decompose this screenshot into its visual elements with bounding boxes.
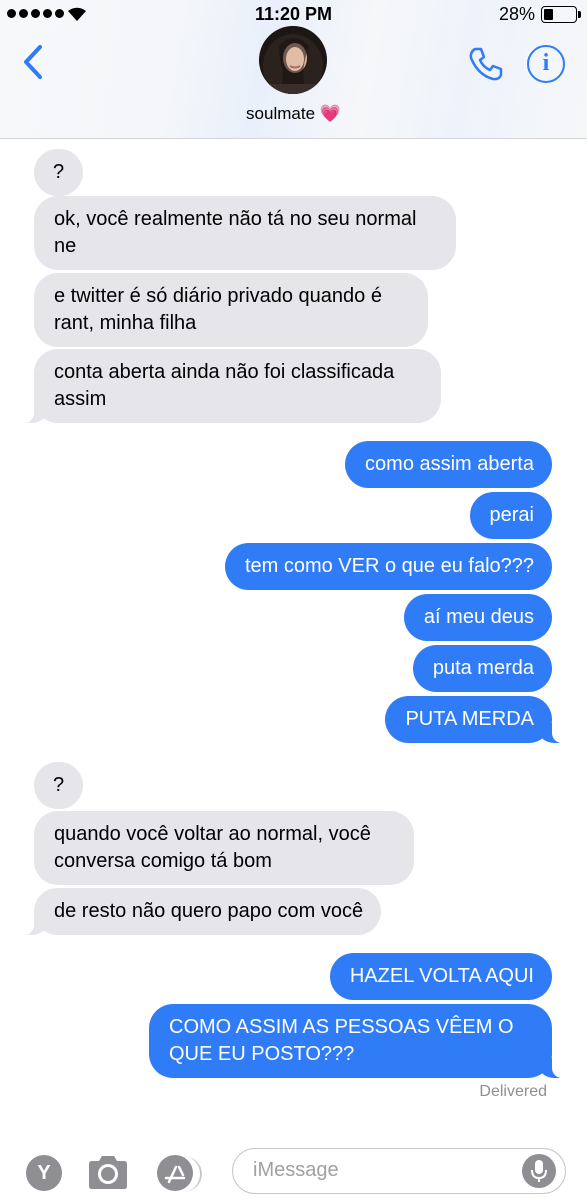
app-store-icon bbox=[164, 1165, 186, 1184]
message-text: ok, você realmente não tá no seu normal … bbox=[54, 208, 417, 257]
sent-message-bubble[interactable]: tem como VER o que eu falo??? bbox=[224, 543, 552, 590]
sent-message-bubble[interactable]: COMO ASSIM AS PESSOAS VÊEM O QUE EU POST… bbox=[149, 1004, 566, 1078]
message-text: HAZEL VOLTA AQUI bbox=[349, 965, 534, 987]
message-text: tem como VER o que eu falo??? bbox=[244, 555, 534, 577]
conversation-header: 11:20 PM 28% soulmate 💗 i bbox=[0, 0, 587, 139]
delivered-status: Delivered bbox=[479, 1083, 547, 1100]
received-message-bubble[interactable]: de resto não quero papo com você bbox=[19, 888, 382, 935]
microphone-button[interactable] bbox=[522, 1154, 556, 1188]
avatar-image bbox=[259, 26, 327, 94]
message-text: ? bbox=[53, 774, 65, 796]
sent-message-bubble[interactable]: HAZEL VOLTA AQUI bbox=[329, 953, 552, 1000]
info-icon: i bbox=[542, 50, 550, 76]
message-text: ? bbox=[53, 161, 65, 183]
back-button[interactable] bbox=[18, 42, 48, 82]
microphone-icon bbox=[531, 1160, 547, 1182]
message-text: COMO ASSIM AS PESSOAS VÊEM O QUE EU POST… bbox=[169, 1016, 514, 1065]
received-message-bubble[interactable]: conta aberta ainda não foi classificada … bbox=[20, 349, 441, 423]
camera-button[interactable] bbox=[86, 1152, 130, 1192]
message-input[interactable]: iMessage bbox=[232, 1148, 566, 1194]
message-text: de resto não quero papo com você bbox=[54, 900, 364, 922]
received-message-bubble[interactable]: e twitter é só diário privado quando é r… bbox=[34, 273, 428, 347]
sent-message-bubble[interactable]: PUTA MERDA bbox=[385, 696, 566, 743]
battery-icon bbox=[541, 6, 581, 23]
message-text: PUTA MERDA bbox=[405, 708, 534, 730]
contact-name-text: soulmate bbox=[246, 104, 316, 123]
app-store-button[interactable] bbox=[157, 1155, 202, 1192]
compose-toolbar: Y iMessage bbox=[0, 1136, 587, 1200]
phone-call-button[interactable] bbox=[466, 44, 506, 84]
apps-button[interactable]: Y bbox=[26, 1155, 62, 1191]
message-input-placeholder: iMessage bbox=[253, 1159, 339, 1181]
contact-avatar[interactable] bbox=[259, 26, 327, 94]
sent-message-bubble[interactable]: aí meu deus bbox=[403, 594, 552, 641]
heart-emoji: 💗 bbox=[319, 104, 341, 123]
message-text: perai bbox=[489, 504, 534, 526]
message-text: quando você voltar ao normal, você conve… bbox=[54, 823, 371, 872]
message-text: como assim aberta bbox=[365, 453, 534, 475]
received-message-bubble[interactable]: quando você voltar ao normal, você conve… bbox=[34, 811, 414, 885]
received-message-bubble[interactable]: ? bbox=[34, 762, 84, 809]
received-message-bubble[interactable]: ok, você realmente não tá no seu normal … bbox=[34, 196, 456, 270]
message-text: aí meu deus bbox=[423, 606, 534, 628]
received-message-bubble[interactable]: ? bbox=[34, 149, 84, 196]
battery-percentage: 28% bbox=[498, 4, 535, 24]
sent-message-bubble[interactable]: perai bbox=[469, 492, 552, 539]
contact-name[interactable]: soulmate 💗 bbox=[0, 104, 587, 124]
info-button[interactable]: i bbox=[527, 45, 565, 83]
sent-message-bubble[interactable]: como assim aberta bbox=[345, 441, 552, 488]
apps-icon: Y bbox=[37, 1162, 51, 1184]
message-text: puta merda bbox=[432, 657, 534, 679]
message-text: e twitter é só diário privado quando é r… bbox=[54, 285, 382, 334]
message-text: conta aberta ainda não foi classificada … bbox=[54, 361, 395, 410]
sent-message-bubble[interactable]: puta merda bbox=[412, 645, 552, 692]
